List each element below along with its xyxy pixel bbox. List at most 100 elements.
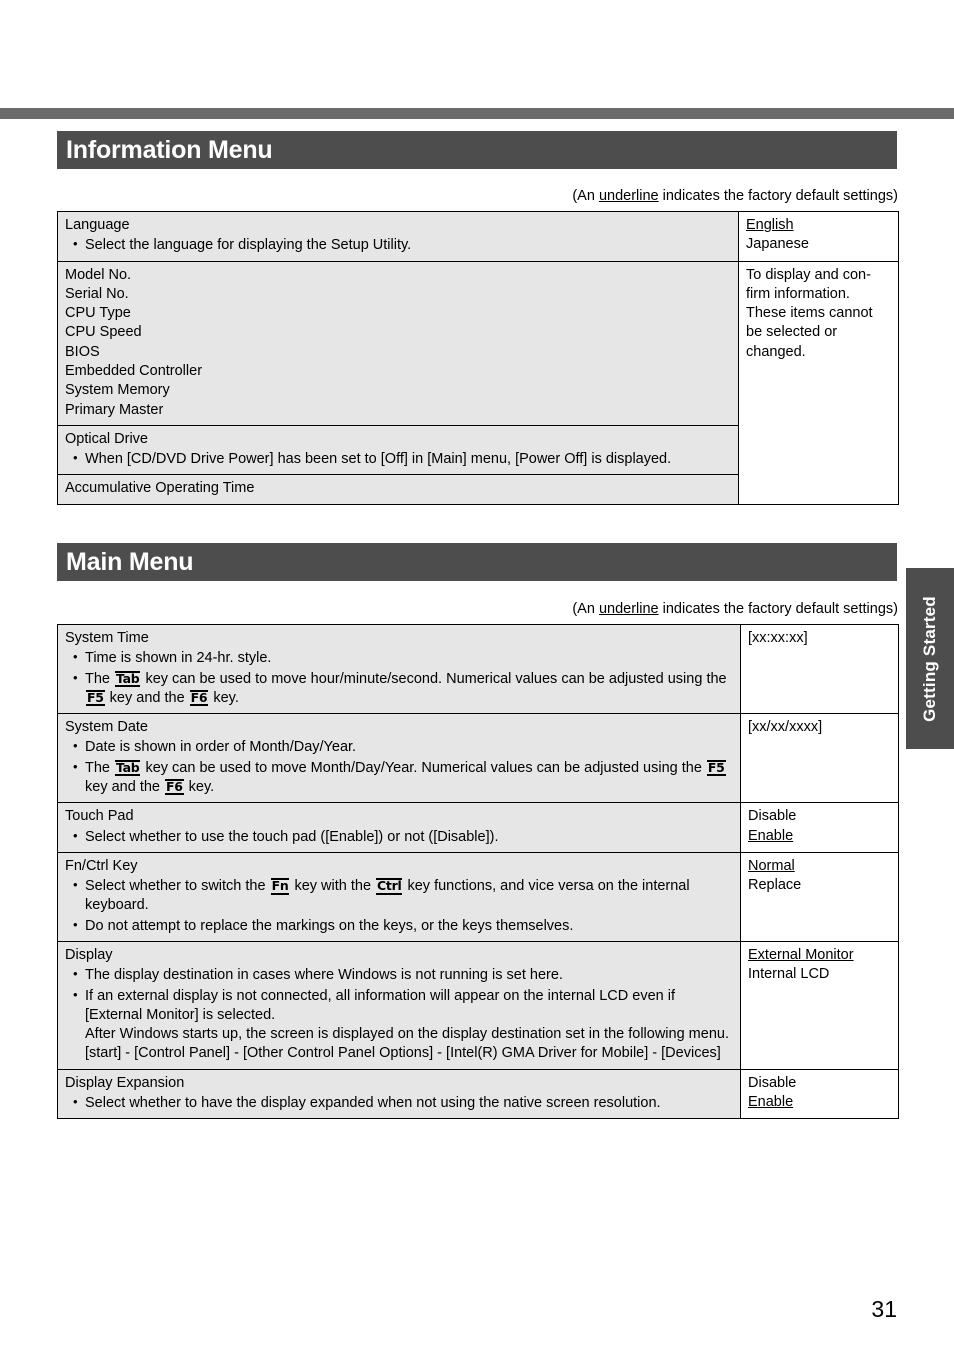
text-fragment: key and the bbox=[85, 778, 164, 795]
text-fragment: key with the bbox=[290, 878, 376, 895]
text-fragment: The bbox=[85, 670, 115, 687]
list-item: Do not attempt to replace the markings o… bbox=[65, 916, 733, 936]
caption-underline-word: underline bbox=[598, 601, 659, 617]
item-title: Display bbox=[65, 946, 113, 963]
caption-default-settings-main: (An underline indicates the factory defa… bbox=[57, 601, 898, 617]
bullet-list: Select the language for displaying the S… bbox=[65, 235, 731, 255]
caption-pre: (An bbox=[572, 601, 599, 617]
bullet-list: The display destination in cases where W… bbox=[65, 965, 733, 1064]
f5-key-icon: F5 bbox=[706, 759, 726, 777]
value-default: Enable bbox=[748, 1093, 794, 1110]
table-row: System Time Time is shown in 24-hr. styl… bbox=[57, 623, 899, 715]
cell-readonly-note: To display and con- firm information. Th… bbox=[738, 260, 899, 505]
item-model-no: Model No. bbox=[65, 266, 132, 283]
list-item: The Tab key can be used to move Month/Da… bbox=[65, 758, 733, 798]
value-default: Normal bbox=[748, 857, 795, 874]
information-menu-table: Language Select the language for display… bbox=[57, 211, 899, 505]
item-cpu-speed: CPU Speed bbox=[65, 324, 142, 341]
display-note-3: [start] - [Control Panel] - [Other Contr… bbox=[85, 1045, 721, 1062]
f5-key-icon: F5 bbox=[86, 689, 105, 707]
cell-display-expansion-values: Disable Enable bbox=[740, 1068, 899, 1120]
table-row: Model No. Serial No. CPU Type CPU Speed … bbox=[57, 260, 899, 505]
caption-post: indicates the factory default settings) bbox=[658, 188, 898, 204]
value-option: Replace bbox=[748, 877, 802, 894]
table-row: Language Select the language for display… bbox=[57, 211, 899, 262]
item-title: Display Expansion bbox=[65, 1074, 185, 1091]
page-number: 31 bbox=[871, 1296, 897, 1322]
bullet-list: Date is shown in order of Month/Day/Year… bbox=[65, 737, 733, 798]
bullet-list: Select whether to use the touch pad ([En… bbox=[65, 827, 733, 847]
cell-optical-drive-description: Optical Drive When [CD/DVD Drive Power] … bbox=[57, 424, 739, 476]
display-note-1: If an external display is not connected,… bbox=[85, 987, 675, 1023]
table-row: Display The display destination in cases… bbox=[57, 940, 899, 1070]
note-line-3: These items cannot bbox=[746, 305, 873, 322]
list-item: Select whether to have the display expan… bbox=[65, 1093, 733, 1113]
f6-key-icon: F6 bbox=[165, 778, 184, 796]
note-line-1: To display and con- bbox=[746, 266, 871, 283]
bullet-list: Select whether to have the display expan… bbox=[65, 1093, 733, 1113]
text-fragment: The bbox=[85, 759, 115, 776]
cell-system-date-value: [xx/xx/xxxx] bbox=[740, 713, 899, 804]
table-row: Fn/Ctrl Key Select whether to switch the… bbox=[57, 851, 899, 942]
list-item: Select whether to use the touch pad ([En… bbox=[65, 827, 733, 847]
value-placeholder: [xx:xx:xx] bbox=[748, 630, 808, 646]
cell-display-description: Display The display destination in cases… bbox=[57, 940, 741, 1070]
table-row: System Date Date is shown in order of Mo… bbox=[57, 713, 899, 804]
table-row: Touch Pad Select whether to use the touc… bbox=[57, 802, 899, 853]
cell-language-values: English Japanese bbox=[738, 211, 899, 262]
cell-fn-ctrl-key-description: Fn/Ctrl Key Select whether to switch the… bbox=[57, 851, 741, 942]
value-default: External Monitor bbox=[748, 946, 854, 963]
note-line-5: changed. bbox=[746, 343, 806, 360]
value-option: Japanese bbox=[746, 236, 809, 253]
item-title: Language bbox=[65, 217, 130, 233]
value-default: English bbox=[746, 217, 794, 233]
item-title: Accumulative Operating Time bbox=[65, 480, 255, 497]
item-title: System Time bbox=[65, 630, 149, 646]
value-option: Disable bbox=[748, 1074, 797, 1091]
list-item: Time is shown in 24-hr. style. bbox=[65, 648, 733, 668]
caption-underline-word: underline bbox=[598, 188, 659, 204]
item-cpu-type: CPU Type bbox=[65, 305, 131, 322]
item-title: System Date bbox=[65, 719, 148, 736]
side-tab-label: Getting Started bbox=[920, 595, 939, 722]
text-fragment: key. bbox=[209, 689, 239, 706]
section-title: Information Menu bbox=[66, 135, 273, 164]
bullet-list: Select whether to switch the Fn key with… bbox=[65, 876, 733, 936]
text-fragment: key can be used to move hour/minute/seco… bbox=[141, 670, 727, 687]
side-tab-getting-started: Getting Started bbox=[906, 568, 954, 749]
list-item: If an external display is not connected,… bbox=[65, 985, 733, 1064]
item-title: Optical Drive bbox=[65, 430, 148, 447]
caption-default-settings-information: (An underline indicates the factory defa… bbox=[57, 188, 898, 204]
section-header-main-menu: Main Menu bbox=[57, 543, 897, 581]
list-item: Select whether to switch the Fn key with… bbox=[65, 876, 733, 916]
cell-system-time-description: System Time Time is shown in 24-hr. styl… bbox=[57, 623, 741, 715]
top-rule bbox=[0, 108, 954, 119]
note-line-4: be selected or bbox=[746, 324, 838, 341]
text-fragment: key. bbox=[184, 778, 215, 795]
bullet-list: Time is shown in 24-hr. style. The Tab k… bbox=[65, 648, 733, 708]
value-default: Enable bbox=[748, 827, 794, 844]
caption-post: indicates the factory default settings) bbox=[658, 601, 898, 617]
cell-accumulative-operating-time: Accumulative Operating Time bbox=[57, 474, 739, 505]
fn-key-icon: Fn bbox=[270, 878, 290, 895]
ctrl-key-icon: Ctrl bbox=[376, 878, 403, 895]
tab-key-icon: Tab bbox=[115, 670, 141, 688]
note-line-2: firm information. bbox=[746, 285, 850, 302]
cell-fn-ctrl-key-values: Normal Replace bbox=[740, 851, 899, 942]
value-option: Disable bbox=[748, 808, 797, 825]
list-item: The display destination in cases where W… bbox=[65, 965, 733, 985]
item-bios: BIOS bbox=[65, 343, 100, 360]
caption-pre: (An bbox=[572, 188, 599, 204]
cell-system-date-description: System Date Date is shown in order of Mo… bbox=[57, 713, 741, 804]
list-item: Date is shown in order of Month/Day/Year… bbox=[65, 737, 733, 757]
text-fragment: Select whether to switch the bbox=[85, 878, 270, 895]
cell-language-description: Language Select the language for display… bbox=[57, 211, 739, 262]
section-header-information-menu: Information Menu bbox=[57, 131, 897, 169]
table-row: Display Expansion Select whether to have… bbox=[57, 1068, 899, 1120]
section-title: Main Menu bbox=[66, 547, 194, 576]
item-serial-no: Serial No. bbox=[65, 285, 129, 302]
item-primary-master: Primary Master bbox=[65, 401, 164, 418]
main-menu-table: System Time Time is shown in 24-hr. styl… bbox=[57, 623, 899, 1120]
cell-display-values: External Monitor Internal LCD bbox=[740, 940, 899, 1070]
item-title: Fn/Ctrl Key bbox=[65, 857, 138, 874]
